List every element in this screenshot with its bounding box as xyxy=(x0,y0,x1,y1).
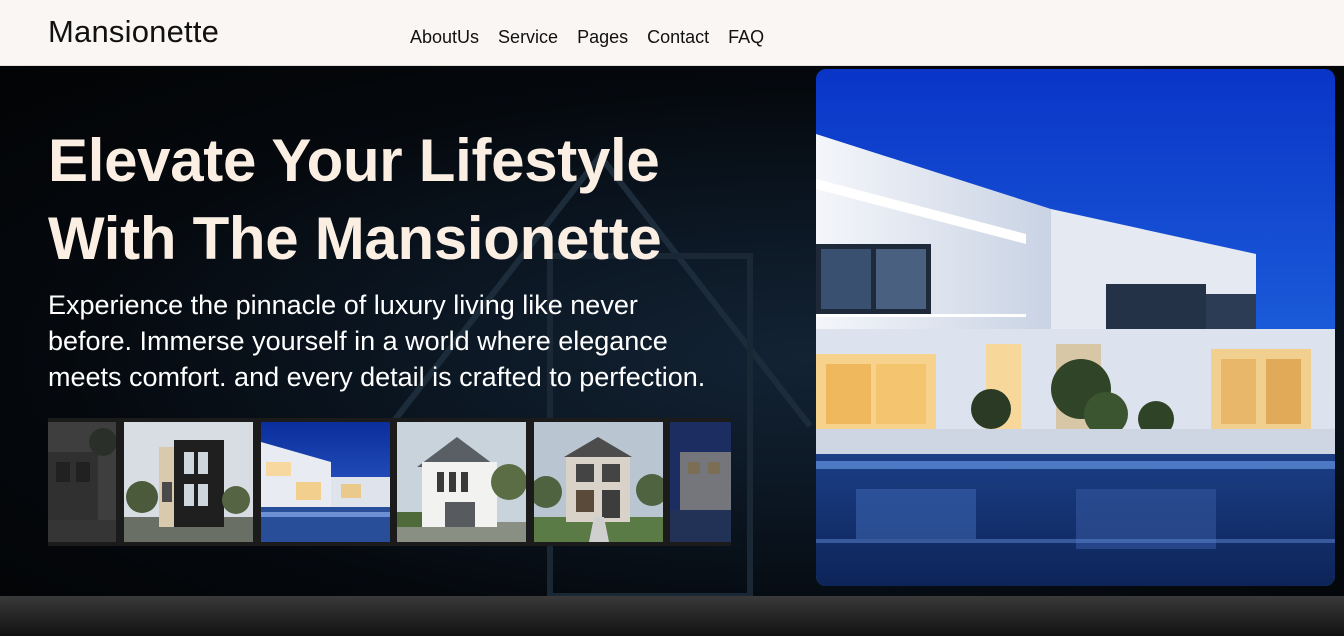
bottom-section-edge xyxy=(0,596,1344,636)
nav-link-pages[interactable]: Pages xyxy=(577,27,628,48)
hero-description: Experience the pinnacle of luxury living… xyxy=(48,287,808,395)
house-thumbnail-3[interactable] xyxy=(261,422,390,542)
hero-section: Elevate Your Lifestyle With The Mansione… xyxy=(0,66,1344,596)
house-thumbnail-4[interactable] xyxy=(397,422,526,542)
house-thumbnail-6[interactable] xyxy=(670,422,731,542)
nav-link-faq[interactable]: FAQ xyxy=(728,27,764,48)
headline-line-2: With The Mansionette xyxy=(48,205,662,272)
hero-headline: Elevate Your Lifestyle With The Mansione… xyxy=(48,122,788,278)
nav-link-service[interactable]: Service xyxy=(498,27,558,48)
nav-link-contact[interactable]: Contact xyxy=(647,27,709,48)
description-line-2: before. Immerse yourself in a world wher… xyxy=(48,326,668,356)
headline-line-1: Elevate Your Lifestyle xyxy=(48,127,660,194)
house-thumbnail-1[interactable] xyxy=(48,422,116,542)
site-logo[interactable]: Mansionette xyxy=(48,14,219,50)
house-thumbnail-5[interactable] xyxy=(534,422,663,542)
description-line-1: Experience the pinnacle of luxury living… xyxy=(48,290,638,320)
thumbnail-carousel[interactable] xyxy=(48,418,731,546)
nav-links: AboutUs Service Pages Contact FAQ xyxy=(410,27,783,48)
house-thumbnail-2[interactable] xyxy=(124,422,253,542)
featured-house-image[interactable] xyxy=(816,69,1335,586)
description-line-3: meets comfort. and every detail is craft… xyxy=(48,362,706,392)
nav-link-aboutus[interactable]: AboutUs xyxy=(410,27,479,48)
navbar: Mansionette AboutUs Service Pages Contac… xyxy=(0,0,1344,66)
